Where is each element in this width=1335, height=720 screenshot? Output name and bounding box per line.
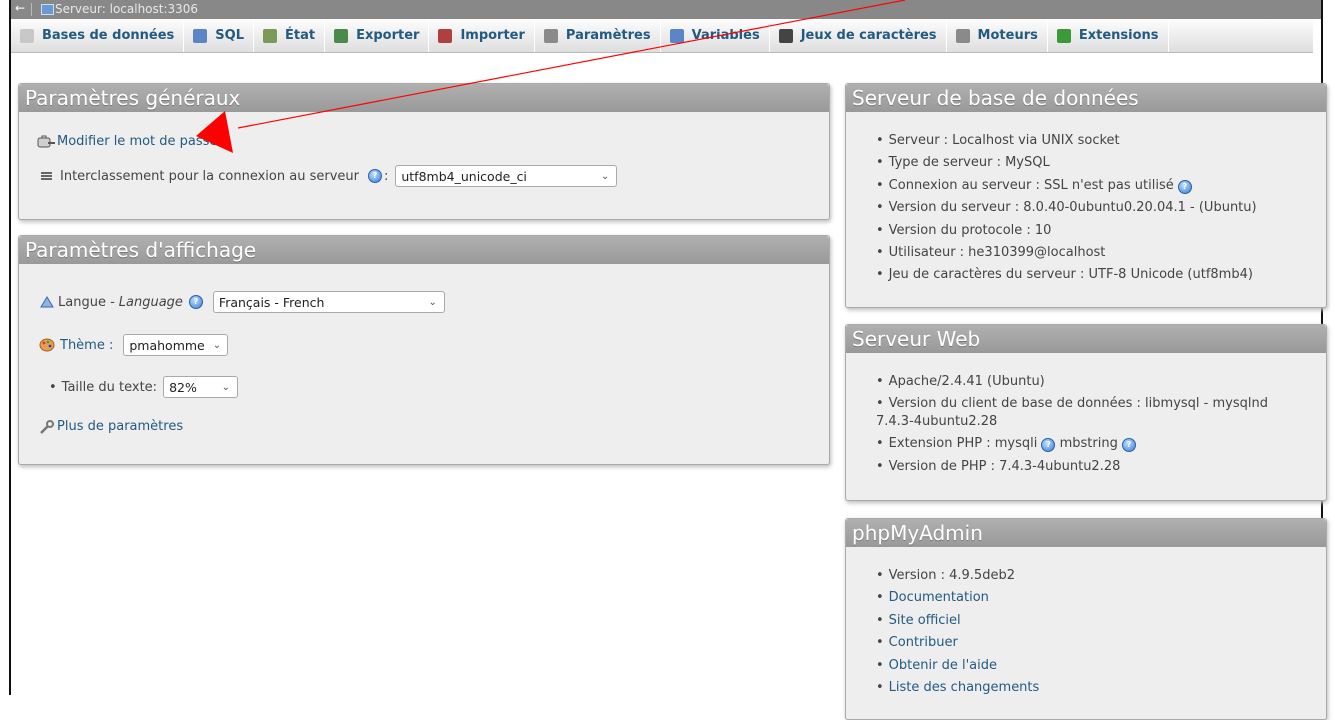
annotation-arrow xyxy=(196,0,906,153)
